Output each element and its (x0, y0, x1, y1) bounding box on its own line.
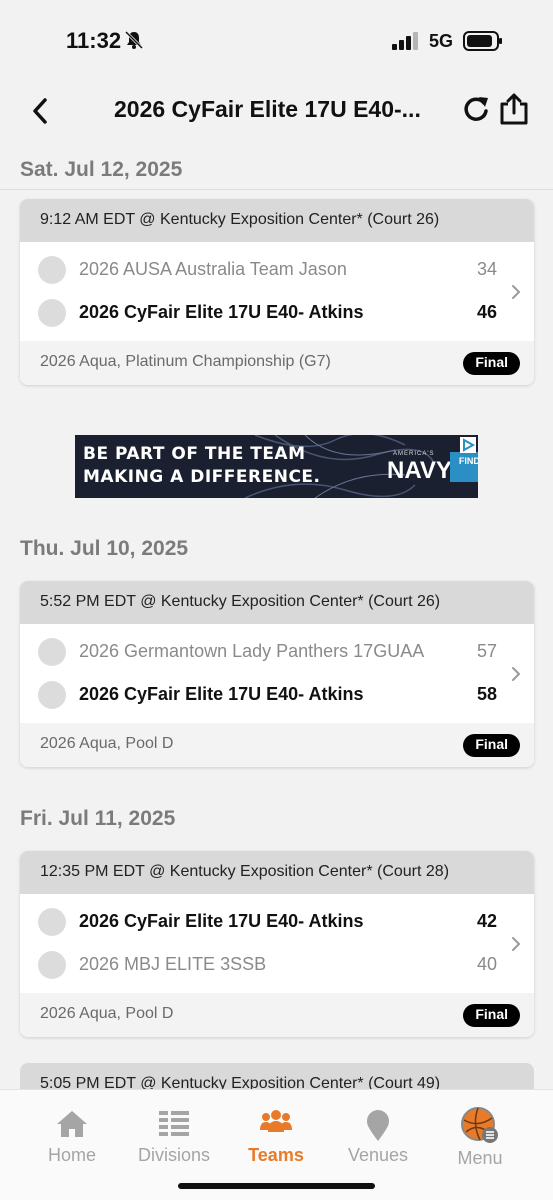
date-header: Thu. Jul 10, 2025 (20, 537, 189, 560)
ad-subheadline: MAKING A DIFFERENCE. (83, 467, 321, 487)
tab-divisions[interactable]: Divisions (124, 1090, 224, 1180)
tab-label: Menu (457, 1148, 503, 1168)
ad-cta-button[interactable]: FIND YOUR TEAM (450, 452, 478, 482)
team-score: 57 (476, 641, 497, 661)
team-row: 2026 AUSA Australia Team Jason 34 (20, 248, 534, 291)
divisions-icon (159, 1111, 189, 1136)
tab-label: Teams (248, 1145, 304, 1165)
division-label: 2026 Aqua, Platinum Championship (G7) (40, 353, 331, 370)
share-icon[interactable] (499, 92, 529, 126)
team-row: 2026 CyFair Elite 17U E40- Atkins 46 (20, 291, 534, 334)
team-logo-placeholder (38, 681, 66, 709)
divider (0, 189, 553, 190)
game-division: 2026 Aqua, Pool D Final (20, 723, 534, 767)
team-row: 2026 MBJ ELITE 3SSB 40 (20, 943, 534, 986)
teams-icon (260, 1110, 292, 1132)
team-logo-placeholder (38, 638, 66, 666)
status-time: 11:32 (66, 28, 122, 53)
game-time-location: 12:35 PM EDT @ Kentucky Exposition Cente… (20, 851, 534, 894)
home-indicator (178, 1183, 375, 1189)
status-bar: 11:32 5G (0, 0, 553, 80)
ad-brand: NAVY (387, 457, 452, 484)
game-division: 2026 Aqua, Pool D Final (20, 993, 534, 1037)
chevron-right-icon (512, 285, 520, 299)
home-icon (57, 1111, 87, 1137)
date-header: Fri. Jul 11, 2025 (20, 807, 176, 830)
team-name: 2026 AUSA Australia Team Jason (79, 259, 347, 279)
team-name: 2026 CyFair Elite 17U E40- Atkins (79, 302, 364, 322)
team-score: 46 (476, 302, 497, 322)
team-row: 2026 CyFair Elite 17U E40- Atkins 58 (20, 673, 534, 716)
team-name: 2026 CyFair Elite 17U E40- Atkins (79, 911, 364, 931)
tab-label: Home (47, 1145, 96, 1165)
team-score: 40 (476, 954, 497, 974)
network-type: 5G (429, 31, 454, 51)
team-logo-placeholder (38, 908, 66, 936)
team-score: 34 (476, 259, 497, 279)
team-name: 2026 CyFair Elite 17U E40- Atkins (79, 684, 364, 704)
team-row: 2026 CyFair Elite 17U E40- Atkins 42 (20, 900, 534, 943)
ad-banner[interactable]: BE PART OF THE TEAM MAKING A DIFFERENCE.… (75, 435, 478, 498)
team-score: 58 (476, 684, 497, 704)
game-division: 2026 Aqua, Platinum Championship (G7) Fi… (20, 341, 534, 385)
team-name: 2026 MBJ ELITE 3SSB (79, 954, 267, 974)
ad-choices-icon[interactable] (460, 437, 476, 453)
tab-menu[interactable]: Menu (430, 1090, 530, 1180)
game-card[interactable]: 5:52 PM EDT @ Kentucky Exposition Center… (20, 581, 534, 767)
tab-label: Venues (347, 1145, 409, 1165)
tab-label: Divisions (137, 1145, 211, 1165)
division-label: 2026 Aqua, Pool D (40, 1005, 174, 1022)
nav-header: 2026 CyFair Elite 17U E40-... (0, 80, 553, 144)
game-card[interactable]: 12:35 PM EDT @ Kentucky Exposition Cente… (20, 851, 534, 1037)
refresh-icon[interactable] (462, 94, 490, 124)
venues-icon (367, 1110, 389, 1141)
bell-muted-icon (124, 30, 144, 50)
menu-icon (461, 1107, 498, 1143)
team-logo-placeholder (38, 299, 66, 327)
status-badge: Final (463, 734, 520, 757)
team-logo-placeholder (38, 256, 66, 284)
team-name: 2026 Germantown Lady Panthers 17GUAA (79, 641, 425, 661)
ad-headline: BE PART OF THE TEAM (83, 444, 306, 464)
battery-icon (463, 31, 502, 51)
team-row: 2026 Germantown Lady Panthers 17GUAA 57 (20, 630, 534, 673)
date-header: Sat. Jul 12, 2025 (20, 158, 183, 181)
back-arrow-icon[interactable] (28, 94, 52, 128)
chevron-right-icon (512, 937, 520, 951)
status-badge: Final (463, 352, 520, 375)
game-card[interactable]: 9:12 AM EDT @ Kentucky Exposition Center… (20, 199, 534, 385)
tab-teams[interactable]: Teams (226, 1090, 326, 1180)
page-title: 2026 CyFair Elite 17U E40-... (114, 96, 421, 122)
division-label: 2026 Aqua, Pool D (40, 735, 174, 752)
tab-venues[interactable]: Venues (328, 1090, 428, 1180)
game-time-location: 9:12 AM EDT @ Kentucky Exposition Center… (20, 199, 534, 242)
chevron-right-icon (512, 667, 520, 681)
team-score: 42 (476, 911, 497, 931)
tab-home[interactable]: Home (22, 1090, 122, 1180)
team-logo-placeholder (38, 951, 66, 979)
game-time-location: 5:52 PM EDT @ Kentucky Exposition Center… (20, 581, 534, 624)
status-badge: Final (463, 1004, 520, 1027)
cellular-signal-icon (392, 32, 418, 50)
